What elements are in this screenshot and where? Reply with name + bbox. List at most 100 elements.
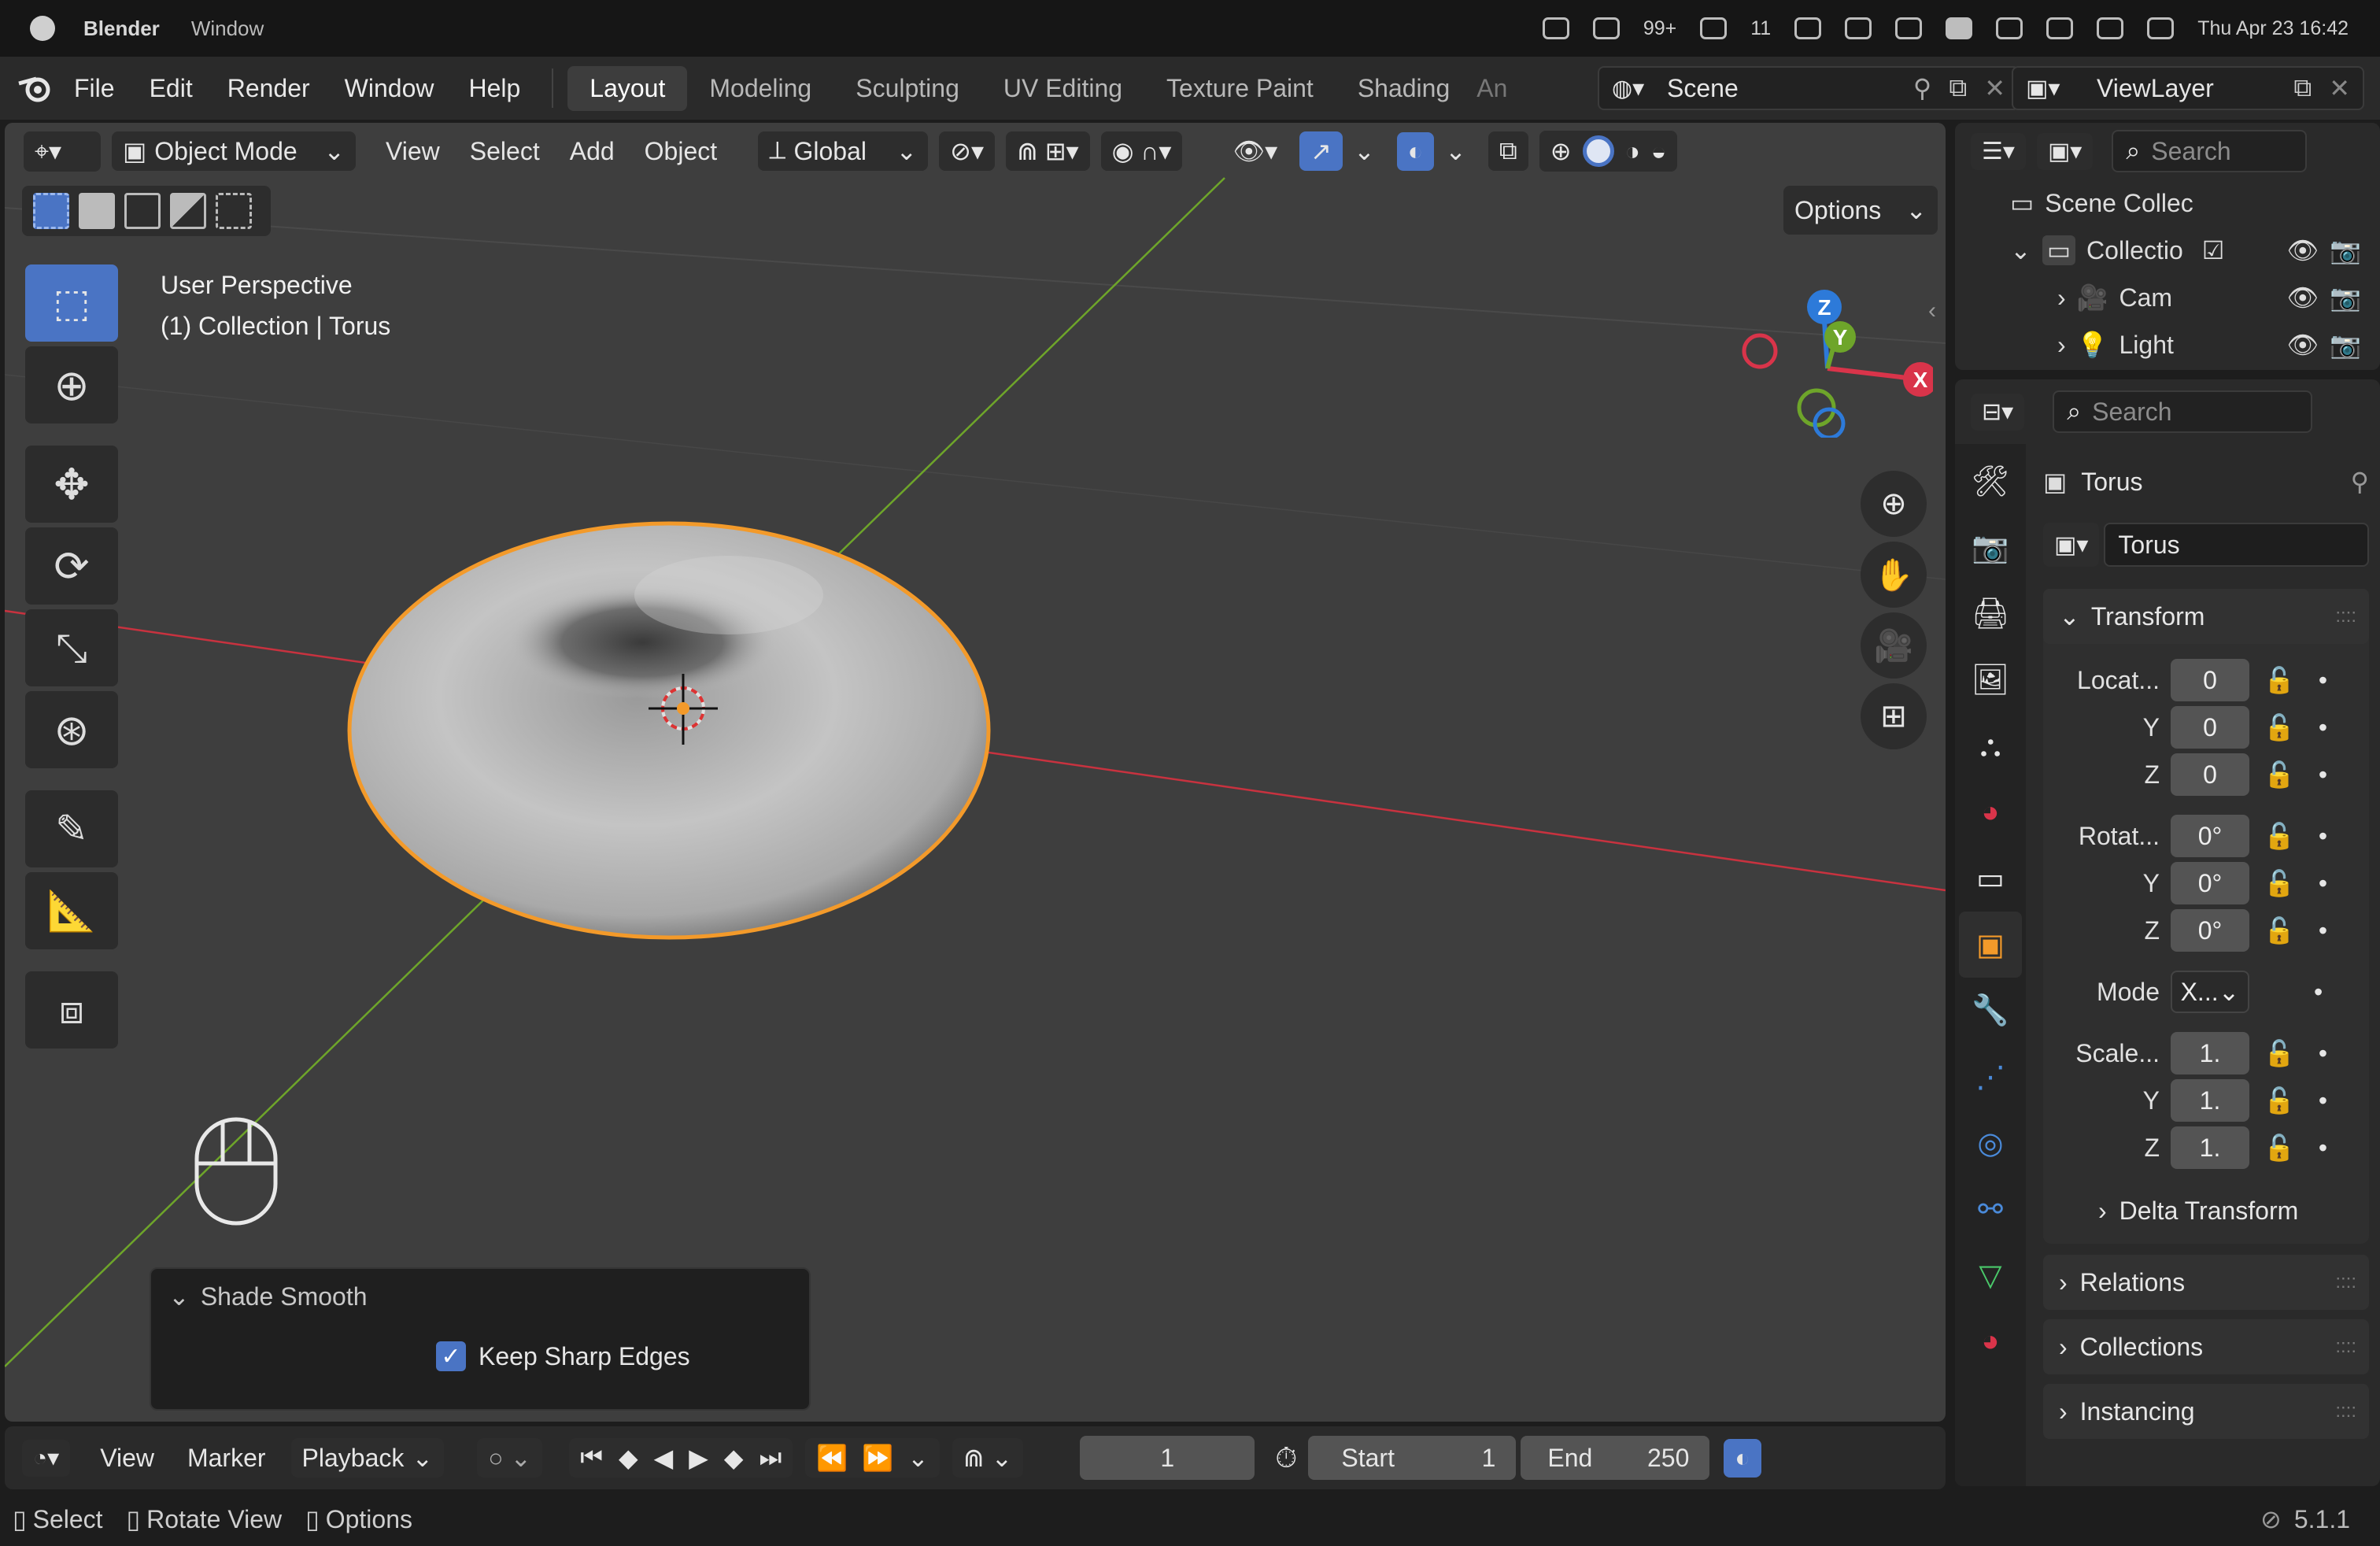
spotlight-search-icon[interactable] xyxy=(2097,17,2124,39)
transform-panel-header[interactable]: ⌄ Transform :::: xyxy=(2043,589,2369,644)
editor-type-button[interactable]: ☰▾ xyxy=(1971,132,2026,170)
viewlayer-selector[interactable]: ▣▾ ViewLayer ⧉ ✕ xyxy=(2012,66,2364,110)
drag-handle-icon[interactable]: :::: xyxy=(2335,605,2356,627)
mac-window-menu[interactable]: Window xyxy=(191,17,264,41)
select-new-icon[interactable] xyxy=(33,193,69,229)
clock[interactable]: Thu Apr 23 16:42 xyxy=(2197,17,2349,40)
lock-icon[interactable]: 🔓 xyxy=(2264,868,2295,898)
add-cube-tool[interactable]: ⧈ xyxy=(25,971,118,1049)
camera-icon[interactable]: 📷 xyxy=(2330,283,2361,313)
wechat-icon[interactable] xyxy=(1592,17,1620,39)
tab-scene[interactable]: ⛬ xyxy=(1959,713,2022,779)
editor-type-button[interactable]: ⌖▾ xyxy=(24,131,101,172)
step-back-icon[interactable]: ⏪ xyxy=(816,1443,848,1473)
menu-edit[interactable]: Edit xyxy=(132,74,210,103)
menu-add[interactable]: Add xyxy=(559,132,626,171)
scale-tool[interactable]: ⤡ xyxy=(25,609,118,686)
chevron-down-icon[interactable]: ⌄ xyxy=(2010,235,2031,265)
editor-type-button[interactable]: ◔▾ xyxy=(22,1439,71,1477)
tab-physics[interactable]: ◎ xyxy=(1959,1110,2022,1176)
rotation-x-field[interactable]: 0° xyxy=(2171,815,2249,857)
eye-icon[interactable]: 👁 xyxy=(2287,235,2319,265)
menu-help[interactable]: Help xyxy=(451,74,538,103)
tab-animation[interactable]: An xyxy=(1472,66,1529,111)
tab-constraints[interactable]: ⚯ xyxy=(1959,1176,2022,1242)
tab-layout[interactable]: Layout xyxy=(567,65,688,111)
editor-type-button[interactable]: ⊟▾ xyxy=(1971,393,2025,431)
pivot-point-button[interactable]: ⊘▾ xyxy=(939,131,996,171)
visibility-button[interactable]: 👁▾ xyxy=(1221,131,1288,171)
status-icon[interactable] xyxy=(1845,17,1872,39)
tab-tool[interactable]: 🛠 xyxy=(1959,449,2022,515)
location-z-field[interactable]: 0 xyxy=(2171,753,2249,796)
navigation-gizmo[interactable]: X Z Y xyxy=(1728,280,1933,438)
keyframe-dot-icon[interactable]: • xyxy=(2319,666,2327,695)
tab-view-layer[interactable]: 🖼 xyxy=(1959,647,2022,713)
battery-icon[interactable] xyxy=(1996,17,2023,39)
stopwatch-icon[interactable]: ⏱ xyxy=(1275,1441,1297,1475)
status-icon[interactable] xyxy=(1794,17,1822,39)
rendered-shading-icon[interactable]: ◒ xyxy=(1651,137,1666,166)
tree-row[interactable]: ▭ Scene Collec xyxy=(1955,179,2380,227)
lock-icon[interactable]: 🔓 xyxy=(2264,665,2295,695)
rotation-mode-dropdown[interactable]: X... ⌄ xyxy=(2171,971,2249,1013)
chevron-down-icon[interactable]: ⌄ xyxy=(1343,131,1386,171)
xray-toggle[interactable]: ⧉ xyxy=(1488,131,1528,171)
lock-icon[interactable]: 🔓 xyxy=(2264,915,2295,945)
drag-handle-icon[interactable]: :::: xyxy=(2335,1336,2356,1358)
delta-transform-subpanel[interactable]: › Delta Transform xyxy=(2043,1187,2369,1234)
input-source-icon[interactable] xyxy=(1946,17,1973,39)
select-intersect-icon[interactable] xyxy=(216,193,252,229)
status-icon[interactable] xyxy=(1700,17,1728,39)
chevron-right-icon[interactable]: › xyxy=(2057,283,2066,313)
transform-tool[interactable]: ⊛ xyxy=(25,691,118,768)
keyframe-dot-icon[interactable]: • xyxy=(2319,1134,2327,1163)
menu-select[interactable]: Select xyxy=(459,132,551,171)
tab-uv-editing[interactable]: UV Editing xyxy=(981,66,1144,111)
drag-handle-icon[interactable]: :::: xyxy=(2335,1271,2356,1293)
tab-data[interactable]: ▽ xyxy=(1959,1242,2022,1308)
gizmo-toggle[interactable]: ↗ xyxy=(1299,131,1343,171)
material-shading-icon[interactable]: ◑ xyxy=(1625,137,1640,166)
keyframe-dot-icon[interactable]: • xyxy=(2319,1039,2327,1068)
scene-selector[interactable]: ◍▾ Scene ⚲ ⧉ ✕ xyxy=(1598,66,2020,110)
tab-world[interactable]: ◕ xyxy=(1959,779,2022,845)
annotate-tool[interactable]: ✎ xyxy=(25,790,118,867)
tab-material[interactable]: ◕ xyxy=(1959,1308,2022,1374)
tab-output[interactable]: 🖨 xyxy=(1959,581,2022,647)
viewlayer-name[interactable]: ViewLayer xyxy=(2097,74,2214,103)
rotation-z-field[interactable]: 0° xyxy=(2171,909,2249,952)
select-subtract-icon[interactable] xyxy=(124,193,161,229)
keyframe-dot-icon[interactable]: • xyxy=(2319,1086,2327,1115)
tree-row[interactable]: ⌄ ▭ Collectio ☑ 👁 📷 xyxy=(1955,227,2380,274)
camera-icon[interactable]: 📷 xyxy=(2330,235,2361,265)
object-mode-dropdown[interactable]: ▣ Object Mode ⌄ xyxy=(112,131,356,171)
start-frame-field[interactable]: Start 1 xyxy=(1308,1436,1517,1480)
blender-logo-icon[interactable] xyxy=(13,66,57,110)
overlay-toggle[interactable]: ◐ xyxy=(1396,131,1435,171)
playback-sync-button[interactable]: ◐ xyxy=(1724,1438,1761,1478)
pan-button[interactable]: ✋ xyxy=(1861,542,1927,608)
select-invert-icon[interactable] xyxy=(170,193,206,229)
tab-sculpting[interactable]: Sculpting xyxy=(833,66,981,111)
pin-icon[interactable]: ⚲ xyxy=(2351,467,2369,497)
tree-row[interactable]: › 🎥 Cam 👁 📷 xyxy=(1955,274,2380,321)
playback-dropdown[interactable]: Playback ⌄ xyxy=(290,1438,445,1478)
lock-icon[interactable]: 🔓 xyxy=(2264,712,2295,742)
control-center-icon[interactable] xyxy=(2147,17,2175,39)
collections-panel-header[interactable]: › Collections :::: xyxy=(2043,1319,2369,1374)
location-y-field[interactable]: 0 xyxy=(2171,706,2249,749)
prev-keyframe-icon[interactable]: ◆ xyxy=(619,1443,638,1473)
camera-icon[interactable]: 📷 xyxy=(2330,330,2361,360)
menu-file[interactable]: File xyxy=(57,74,132,103)
snap-toggle[interactable]: ⋒ ⌄ xyxy=(952,1438,1024,1478)
move-tool[interactable]: ✥ xyxy=(25,446,118,523)
menu-marker[interactable]: Marker xyxy=(176,1439,277,1478)
close-icon[interactable]: ✕ xyxy=(2329,73,2350,103)
wireframe-shading-icon[interactable]: ⊕ xyxy=(1550,136,1572,166)
object-name-field[interactable]: Torus xyxy=(2104,523,2369,567)
lock-icon[interactable]: 🔓 xyxy=(2264,821,2295,851)
transform-orientation-dropdown[interactable]: ⟂ Global ⌄ xyxy=(758,131,929,171)
tab-modeling[interactable]: Modeling xyxy=(687,66,833,111)
tab-particles[interactable]: ⋰ xyxy=(1959,1044,2022,1110)
